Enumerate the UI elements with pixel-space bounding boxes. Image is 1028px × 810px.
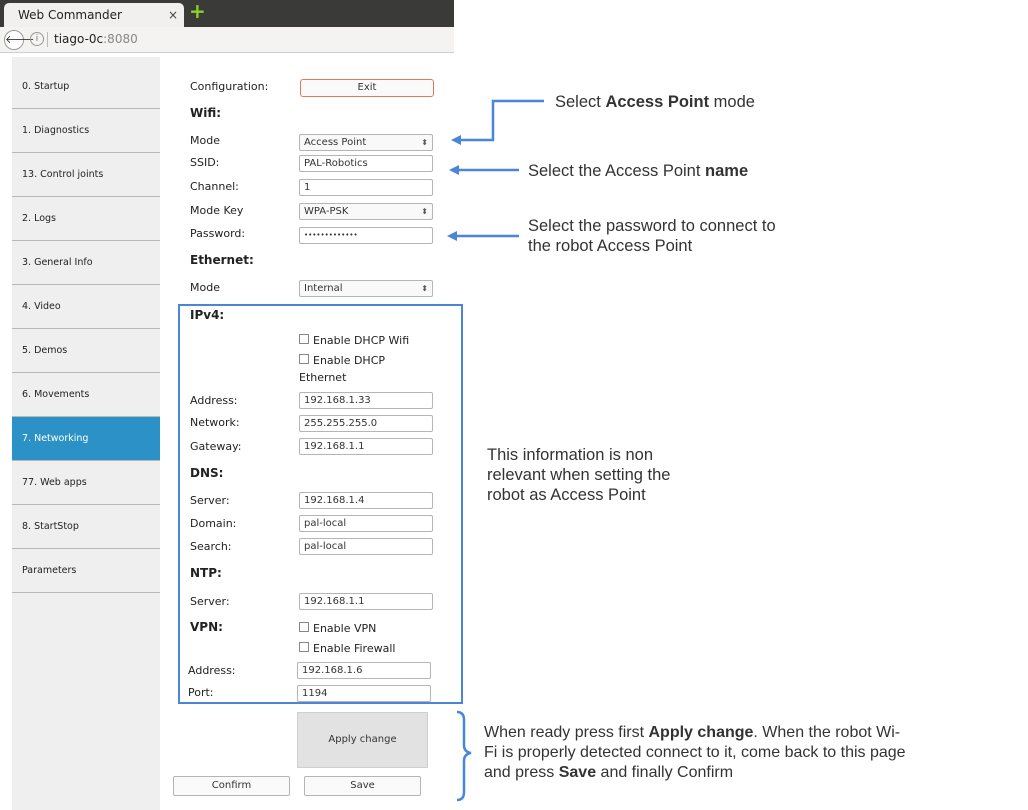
annotation-ssid: Select the Access Point name — [528, 162, 749, 180]
annotation-password: Select the password to connect to the rob… — [528, 217, 776, 255]
annotation-non-relevant: This information is non relevant when set… — [487, 446, 671, 504]
annotation-final: When ready press first Apply change. Whe… — [484, 724, 906, 781]
arrow-mode-icon — [451, 99, 544, 145]
annotation-mode: Select Access Point mode — [555, 93, 755, 111]
brace-icon — [456, 710, 472, 802]
annotation-arrows — [447, 99, 544, 802]
